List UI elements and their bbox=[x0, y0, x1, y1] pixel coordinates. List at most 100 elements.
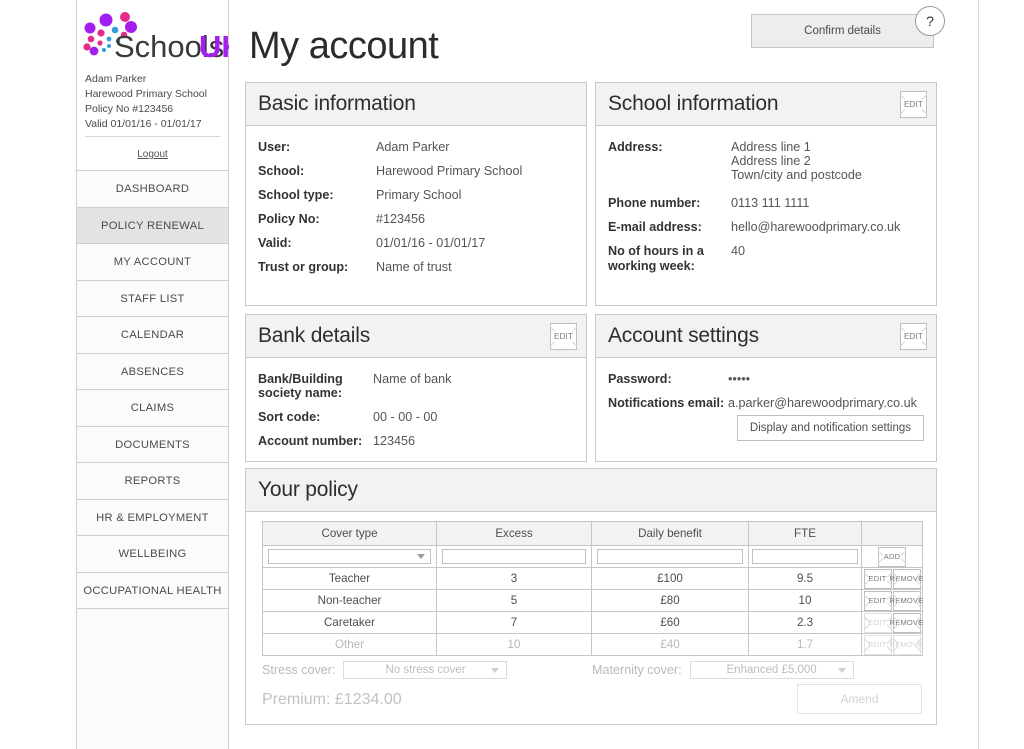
sidebar-item-hr-employment[interactable]: HR & EMPLOYMENT bbox=[77, 499, 228, 536]
edit-label: EDIT bbox=[903, 99, 924, 109]
display-notification-settings-button[interactable]: Display and notification settings bbox=[736, 415, 924, 441]
help-icon[interactable]: ? bbox=[915, 6, 945, 36]
remove-row-button[interactable]: REMOVE bbox=[890, 612, 923, 633]
premium-value: £1234.00 bbox=[334, 691, 402, 708]
actions-cell: EDIT REMOVE bbox=[861, 567, 923, 590]
edit-label: EDIT bbox=[868, 595, 887, 605]
maternity-cover-select[interactable]: Enhanced £5,000 bbox=[689, 661, 854, 679]
chevron-down-icon bbox=[491, 668, 500, 673]
row-value: 00 - 00 - 00 bbox=[373, 410, 438, 424]
sidebar-item-documents[interactable]: DOCUMENTS bbox=[77, 426, 228, 463]
sidebar-filler bbox=[77, 609, 228, 749]
col-header-actions bbox=[861, 521, 923, 546]
fte-cell: 2.3 bbox=[748, 611, 862, 634]
amend-label: Amend bbox=[840, 692, 879, 706]
info-row: Password: ••••• bbox=[608, 372, 936, 386]
account-settings-card: Account settings EDIT Password: ••••• Not… bbox=[595, 314, 937, 462]
new-entry-row: ADD bbox=[262, 545, 923, 568]
edit-row-button[interactable]: EDIT bbox=[863, 590, 892, 611]
info-row: User: Adam Parker bbox=[258, 140, 586, 154]
confirm-details-button[interactable]: Confirm details bbox=[751, 14, 934, 48]
sidebar-item-claims[interactable]: CLAIMS bbox=[77, 390, 228, 427]
edit-row-button[interactable]: EDIT bbox=[863, 612, 892, 633]
row-value: Address line 1 Address line 2 Town/city … bbox=[731, 140, 862, 182]
sidebar-item-my-account[interactable]: MY ACCOUNT bbox=[77, 244, 228, 281]
row-label: Sort code: bbox=[258, 410, 321, 424]
remove-row-button[interactable]: REMOVE bbox=[890, 590, 923, 611]
cover-type-select[interactable] bbox=[268, 549, 431, 564]
address-line: Town/city and postcode bbox=[731, 168, 862, 182]
sidebar-item-absences[interactable]: ABSENCES bbox=[77, 353, 228, 390]
app-root: Schools UK Adam Parker Harewood Primary … bbox=[0, 0, 1024, 749]
sidebar-item-calendar[interactable]: CALENDAR bbox=[77, 317, 228, 354]
row-label: User: bbox=[258, 140, 291, 154]
row-label: School type: bbox=[258, 188, 334, 202]
maternity-cover-label: Maternity cover: bbox=[592, 663, 682, 677]
page-title: My account bbox=[249, 25, 439, 67]
row-value: hello@harewoodprimary.co.uk bbox=[731, 220, 901, 234]
info-row: Account number: 123456 bbox=[258, 434, 586, 448]
table-row: Teacher 3 £100 9.5 EDIT REMOVE bbox=[262, 567, 923, 590]
help-label: ? bbox=[926, 13, 934, 29]
user-school: Harewood Primary School bbox=[85, 88, 207, 100]
edit-label: EDIT bbox=[553, 331, 574, 341]
sidebar-item-policy-renewal[interactable]: POLICY RENEWAL bbox=[77, 207, 228, 244]
your-policy-header: Your policy bbox=[246, 469, 936, 512]
logout-link[interactable]: Logout bbox=[137, 149, 168, 160]
info-row: Notifications email: a.parker@harewoodpri… bbox=[608, 396, 936, 410]
your-policy-card: Your policy Cover type Excess Daily bene… bbox=[245, 468, 937, 725]
sidebar: Schools UK Adam Parker Harewood Primary … bbox=[76, 0, 229, 749]
basic-information-body: User: Adam Parker School: Harewood Primary… bbox=[246, 126, 586, 294]
edit-label: EDIT bbox=[868, 639, 887, 649]
row-label: Bank/Building society name: bbox=[258, 372, 343, 400]
row-label: Valid: bbox=[258, 236, 292, 250]
amend-button[interactable]: Amend bbox=[797, 684, 922, 714]
table-header-row: Cover type Excess Daily benefit FTE bbox=[262, 521, 923, 546]
info-row: Valid: 01/01/16 - 01/01/17 bbox=[258, 236, 586, 250]
info-row: Bank/Building society name: Name of bank bbox=[258, 372, 586, 400]
policy-table: Cover type Excess Daily benefit FTE ADD … bbox=[262, 521, 923, 656]
cover-type-cell: Caretaker bbox=[262, 611, 437, 634]
edit-account-settings-button[interactable]: EDIT bbox=[899, 323, 928, 350]
fte-cell: 9.5 bbox=[748, 567, 862, 590]
maternity-cover-value: Enhanced £5,000 bbox=[726, 664, 817, 676]
confirm-details-label: Confirm details bbox=[804, 25, 881, 37]
row-label: Address: bbox=[608, 140, 663, 154]
daily-benefit-input[interactable] bbox=[596, 549, 744, 564]
sidebar-nav: DASHBOARD POLICY RENEWAL MY ACCOUNT STAF… bbox=[77, 170, 228, 749]
sidebar-item-wellbeing[interactable]: WELLBEING bbox=[77, 536, 228, 573]
excess-input[interactable] bbox=[441, 549, 587, 564]
brand-logo[interactable]: Schools UK bbox=[77, 0, 229, 66]
school-information-title: School information bbox=[608, 92, 779, 115]
actions-cell: EDIT REMOVE bbox=[861, 611, 923, 634]
edit-school-information-button[interactable]: EDIT bbox=[899, 91, 928, 118]
row-value: a.parker@harewoodprimary.co.uk bbox=[728, 396, 917, 410]
svg-text:UK: UK bbox=[199, 29, 229, 64]
fte-input[interactable] bbox=[752, 549, 858, 564]
excess-cell bbox=[436, 545, 592, 568]
stress-cover-select[interactable]: No stress cover bbox=[343, 661, 508, 679]
basic-information-header: Basic information bbox=[246, 83, 586, 126]
school-information-header: School information EDIT bbox=[596, 83, 936, 126]
daily-benefit-cell bbox=[591, 545, 749, 568]
excess-cell: 3 bbox=[436, 567, 592, 590]
info-row: No of hours in a working week: 40 bbox=[608, 244, 936, 274]
schoolsuk-logo-icon: Schools UK bbox=[83, 12, 229, 64]
account-settings-header: Account settings EDIT bbox=[596, 315, 936, 358]
sidebar-item-staff-list[interactable]: STAFF LIST bbox=[77, 280, 228, 317]
user-policy-no: Policy No #123456 bbox=[85, 103, 174, 115]
add-row-button[interactable]: ADD bbox=[877, 546, 907, 567]
remove-row-button[interactable]: REMOVE bbox=[890, 634, 923, 655]
edit-bank-details-button[interactable]: EDIT bbox=[549, 323, 578, 350]
basic-information-title: Basic information bbox=[258, 92, 416, 115]
stress-cover-group: Stress cover: No stress cover bbox=[262, 661, 508, 679]
cover-type-cell bbox=[262, 545, 437, 568]
sidebar-item-occupational-health[interactable]: OCCUPATIONAL HEALTH bbox=[77, 572, 228, 609]
edit-row-button[interactable]: EDIT bbox=[863, 568, 892, 589]
remove-row-button[interactable]: REMOVE bbox=[890, 568, 923, 589]
sidebar-item-dashboard[interactable]: DASHBOARD bbox=[77, 171, 228, 208]
bank-details-body: Bank/Building society name: Name of bank … bbox=[246, 358, 586, 468]
user-name: Adam Parker bbox=[85, 73, 147, 85]
sidebar-item-reports[interactable]: REPORTS bbox=[77, 463, 228, 500]
edit-row-button[interactable]: EDIT bbox=[863, 634, 892, 655]
